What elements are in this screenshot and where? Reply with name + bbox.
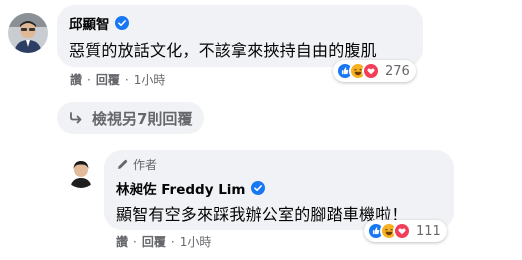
reaction-summary[interactable]: 276 (333, 60, 416, 82)
separator: · (170, 234, 175, 249)
verified-badge-icon (250, 181, 265, 195)
reply-button[interactable]: 回覆 (96, 71, 120, 88)
love-icon (393, 222, 411, 240)
like-button[interactable]: 讚 (116, 233, 128, 250)
like-button[interactable]: 讚 (70, 71, 82, 88)
comment-author-row: 邱顯智 (69, 13, 129, 33)
reply-actions: 讚 · 回覆 · 1小時 (116, 233, 211, 250)
reply-arrow-icon (70, 112, 82, 124)
separator: · (87, 72, 91, 87)
verified-badge-icon (114, 16, 129, 30)
avatar[interactable] (65, 156, 97, 188)
reply-text: 顯智有空多來踩我辦公室的腳踏車機啦！ (116, 205, 408, 224)
avatar[interactable] (8, 13, 48, 53)
author-badge-label: 作者 (133, 158, 158, 172)
view-more-replies-label: 檢視另7則回覆 (92, 109, 193, 128)
reaction-summary[interactable]: 111 (364, 220, 447, 242)
reaction-count: 111 (416, 223, 441, 239)
reply-button[interactable]: 回覆 (142, 233, 166, 250)
separator: · (124, 72, 129, 87)
reply-bubble: 作者 林昶佐 Freddy Lim 顯智有空多來踩我辦公室的腳踏車機啦！ (104, 150, 454, 230)
pen-icon (118, 159, 128, 169)
separator: · (133, 234, 137, 249)
love-icon (362, 62, 380, 80)
reaction-count: 276 (385, 63, 410, 79)
comment-author-name[interactable]: 邱顯智 (69, 13, 110, 33)
reply-author-row: 林昶佐 Freddy Lim (116, 178, 265, 198)
reply-author-name[interactable]: 林昶佐 Freddy Lim (116, 178, 246, 198)
timestamp-link[interactable]: 1小時 (134, 71, 166, 88)
comment-bubble: 邱顯智 惡質的放話文化，不該拿來挾持自由的腹肌 (57, 5, 423, 67)
comment-text: 惡質的放話文化，不該拿來挾持自由的腹肌 (69, 41, 377, 60)
view-more-replies-button[interactable]: 檢視另7則回覆 (57, 102, 205, 134)
comment-actions: 讚 · 回覆 · 1小時 (70, 71, 165, 88)
author-badge: 作者 (116, 156, 157, 173)
timestamp-link[interactable]: 1小時 (180, 233, 212, 250)
